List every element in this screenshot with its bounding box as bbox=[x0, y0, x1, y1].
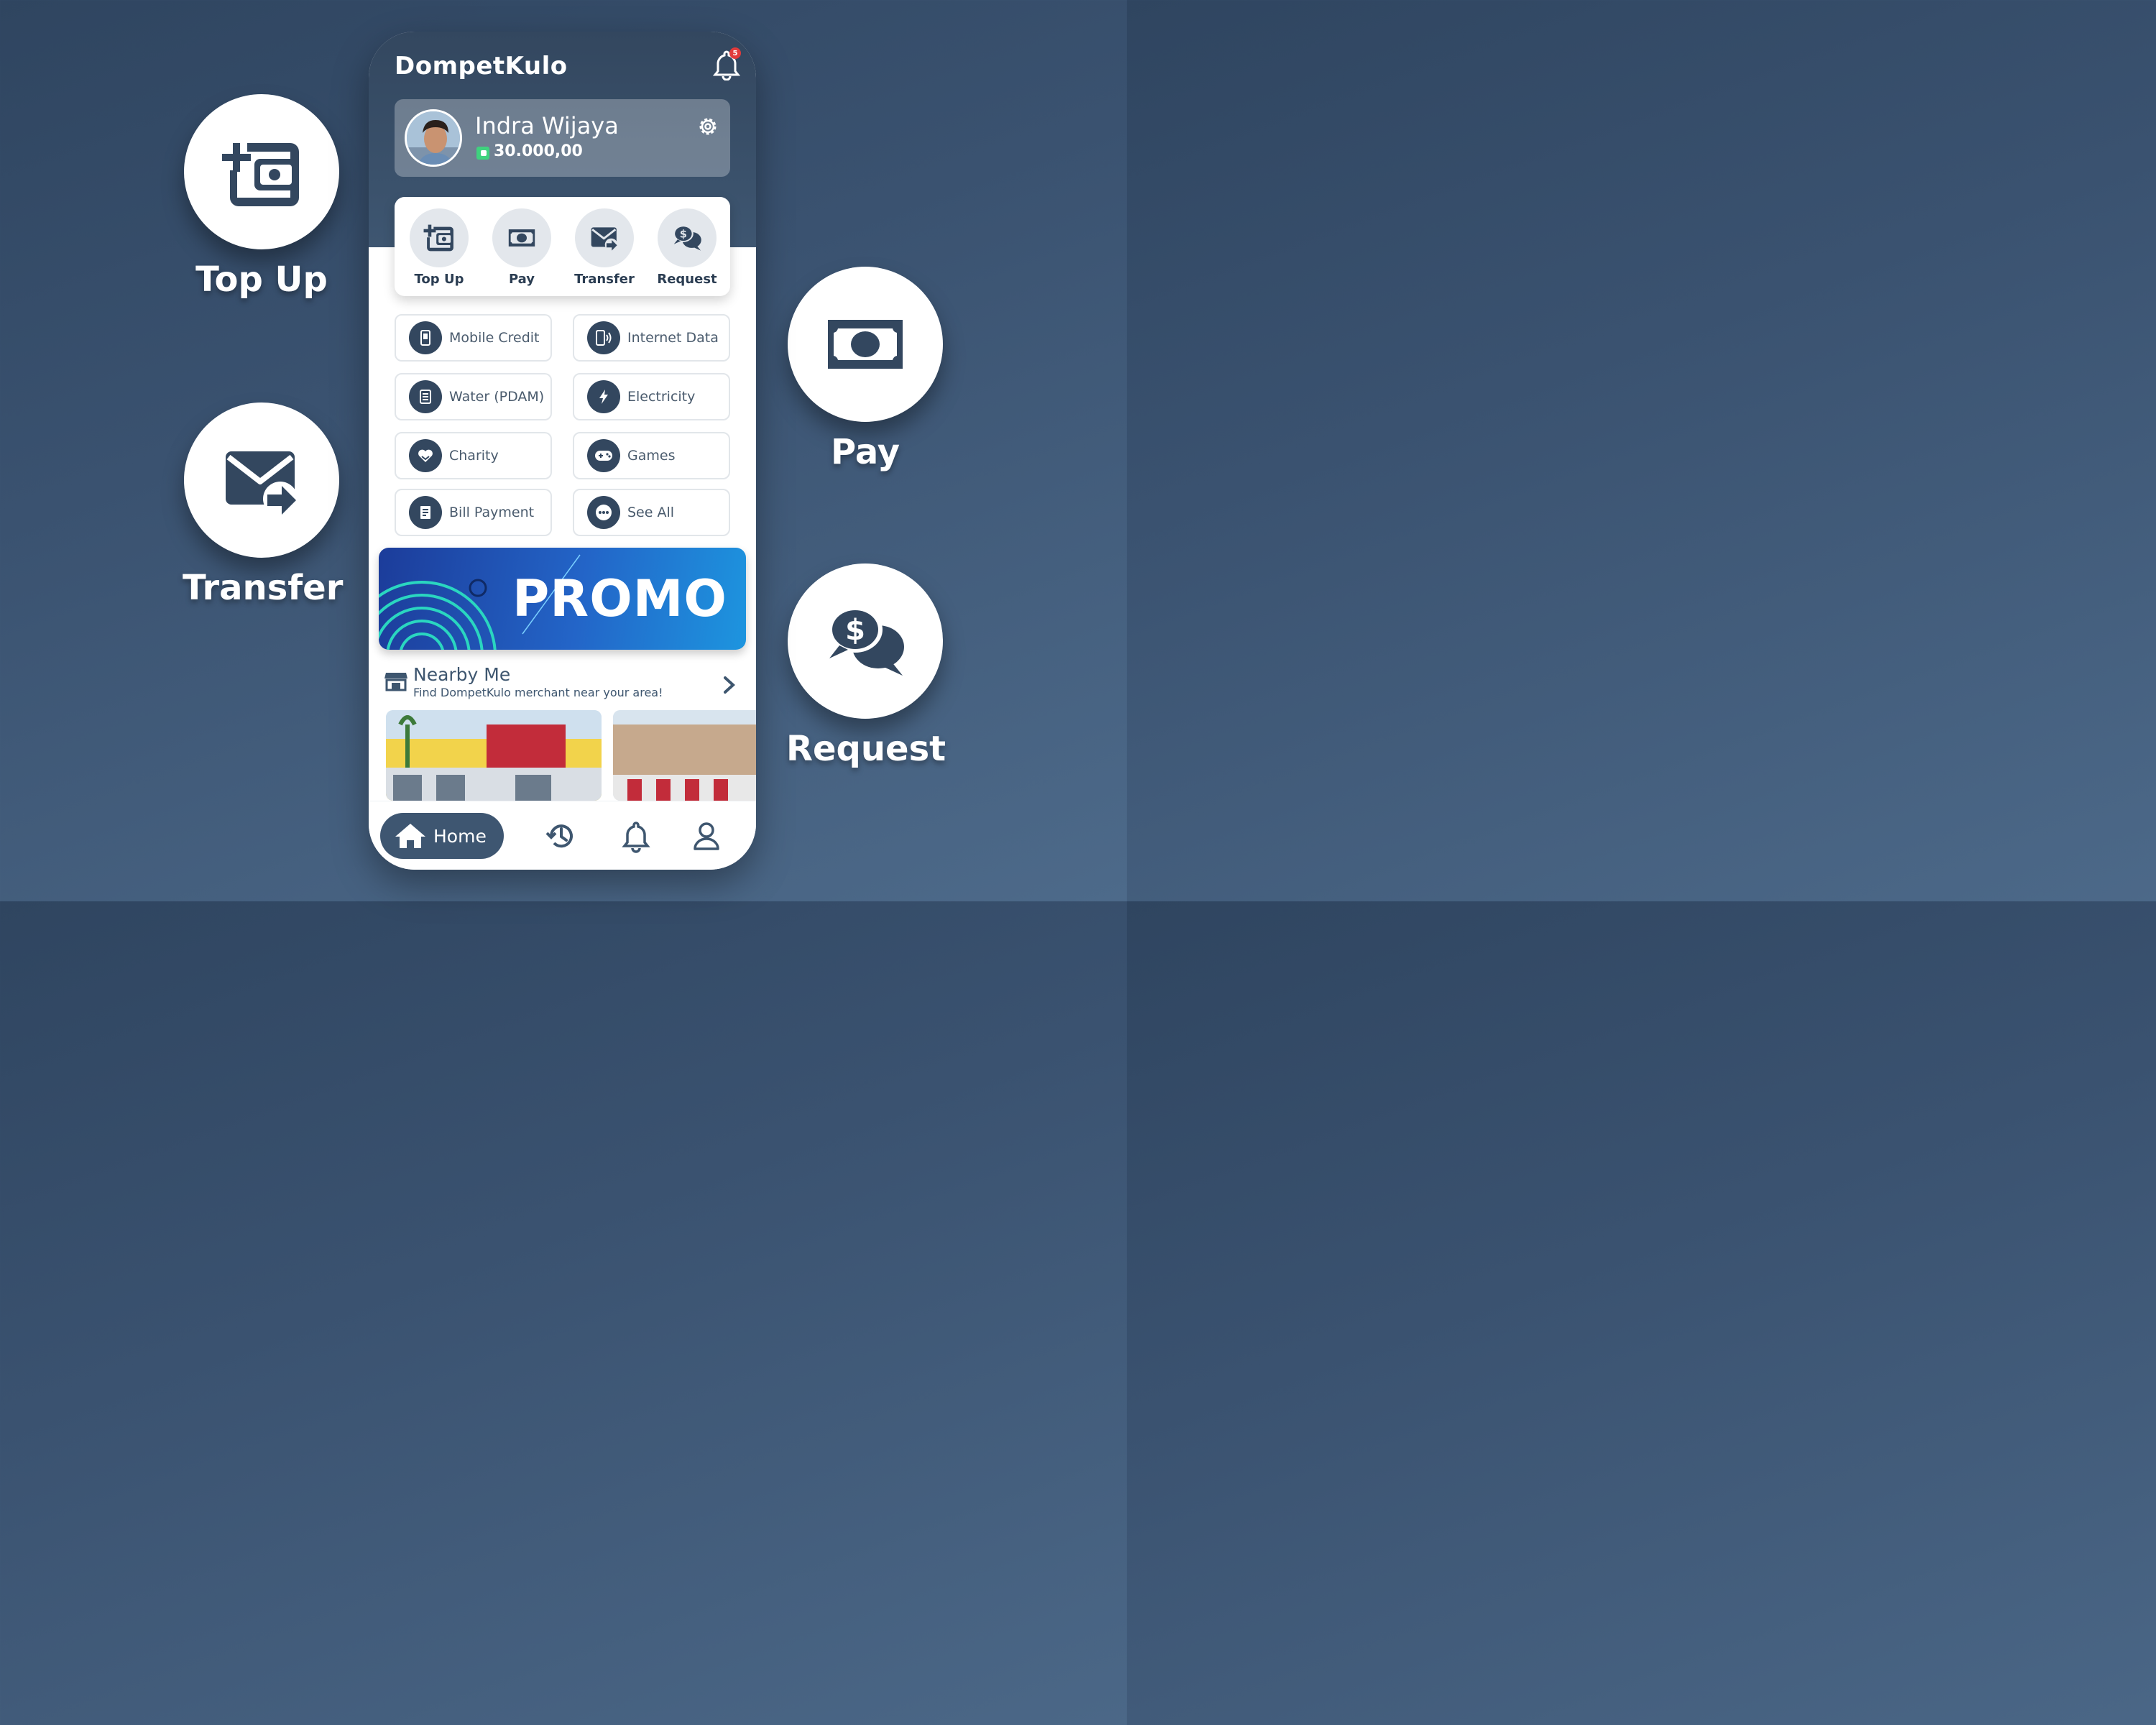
user-name: Indra Wijaya bbox=[475, 112, 619, 139]
svg-text:$: $ bbox=[845, 614, 865, 647]
feature-transfer: Transfer bbox=[183, 402, 344, 608]
service-games[interactable]: Games bbox=[573, 432, 730, 479]
banknote-icon bbox=[828, 320, 903, 369]
svg-text:$: $ bbox=[680, 228, 687, 240]
service-bill-payment[interactable]: Bill Payment bbox=[395, 489, 552, 536]
bell-icon[interactable] bbox=[619, 819, 653, 853]
service-see-all[interactable]: See All bbox=[573, 489, 730, 536]
nearby-subtitle: Find DompetKulo merchant near your area! bbox=[413, 686, 663, 699]
feature-circle-pay bbox=[788, 267, 943, 422]
service-charity[interactable]: Charity bbox=[395, 432, 552, 479]
service-label: Charity bbox=[449, 448, 499, 464]
avatar[interactable] bbox=[405, 109, 462, 167]
quick-action-transfer[interactable]: Transfer bbox=[568, 208, 640, 287]
nav-home-label: Home bbox=[433, 825, 487, 847]
service-electricity[interactable]: Electricity bbox=[573, 373, 730, 420]
signal-phone-icon bbox=[587, 321, 620, 354]
profile-card[interactable]: Indra Wijaya 30.000,00 bbox=[395, 99, 730, 177]
feature-label-top-up: Top Up bbox=[195, 259, 328, 300]
phone-screen: DompetKulo 5 Indra Wijaya 30.000,00 Top … bbox=[369, 32, 756, 870]
gamepad-icon bbox=[587, 439, 620, 472]
feature-circle-transfer bbox=[184, 402, 339, 558]
mail-send-icon bbox=[591, 227, 618, 252]
quick-action-label: Pay bbox=[508, 272, 535, 287]
bolt-icon bbox=[587, 380, 620, 413]
feature-top-up: Top Up bbox=[183, 94, 341, 300]
quick-action-label: Request bbox=[657, 272, 717, 287]
merchant-card-trans-studio[interactable] bbox=[613, 710, 756, 801]
promo-banner[interactable]: PROMO bbox=[379, 548, 746, 650]
nav-home[interactable]: Home bbox=[380, 813, 504, 859]
wallet-plus-icon bbox=[423, 224, 453, 252]
feature-pay: Pay bbox=[786, 267, 944, 472]
home-icon bbox=[395, 824, 425, 848]
banknote-icon bbox=[508, 229, 535, 247]
merchant-photo bbox=[386, 710, 602, 801]
phone-icon bbox=[409, 321, 442, 354]
bottom-navigation: Home bbox=[369, 801, 756, 870]
feature-label-pay: Pay bbox=[830, 432, 900, 472]
service-label: Water (PDAM) bbox=[449, 389, 545, 405]
bill-icon bbox=[409, 496, 442, 529]
profile-icon[interactable] bbox=[689, 819, 724, 853]
notification-badge: 5 bbox=[729, 47, 741, 59]
quick-action-label: Top Up bbox=[414, 272, 464, 287]
service-label: See All bbox=[627, 505, 675, 520]
history-icon[interactable] bbox=[544, 819, 579, 853]
quick-action-circle bbox=[492, 208, 551, 267]
dollar-chat-icon: $ bbox=[828, 607, 904, 676]
mail-send-icon bbox=[226, 451, 298, 516]
app-brand: DompetKulo bbox=[395, 52, 568, 80]
feature-label-request: Request bbox=[786, 729, 946, 769]
quick-action-pay[interactable]: Pay bbox=[486, 208, 558, 287]
service-label: Electricity bbox=[627, 389, 696, 405]
service-water[interactable]: Water (PDAM) bbox=[395, 373, 552, 420]
avatar-photo bbox=[407, 111, 460, 165]
service-mobile-credit[interactable]: Mobile Credit bbox=[395, 314, 552, 362]
gear-icon[interactable] bbox=[696, 115, 719, 138]
service-label: Games bbox=[627, 448, 676, 464]
store-icon bbox=[384, 673, 407, 691]
wallet-balance: 30.000,00 bbox=[494, 142, 583, 160]
heart-hand-icon bbox=[409, 439, 442, 472]
feature-label-transfer: Transfer bbox=[183, 568, 344, 608]
feature-request: $ Request bbox=[786, 564, 946, 769]
quick-action-circle bbox=[410, 208, 469, 267]
quick-action-circle bbox=[575, 208, 634, 267]
service-internet-data[interactable]: Internet Data bbox=[573, 314, 730, 362]
water-icon bbox=[409, 380, 442, 413]
wallet-balance-icon bbox=[476, 147, 489, 160]
feature-circle-top-up bbox=[184, 94, 339, 249]
promo-text: PROMO bbox=[512, 569, 727, 628]
merchant-card-mall[interactable] bbox=[386, 710, 602, 801]
quick-action-label: Transfer bbox=[574, 272, 635, 287]
service-label: Internet Data bbox=[627, 330, 719, 346]
quick-action-top-up[interactable]: Top Up bbox=[403, 208, 475, 287]
merchant-photo bbox=[613, 710, 756, 801]
service-label: Bill Payment bbox=[449, 505, 535, 520]
quick-action-request[interactable]: $ Request bbox=[651, 208, 723, 287]
quick-action-circle: $ bbox=[658, 208, 717, 267]
chevron-right-icon[interactable] bbox=[722, 676, 737, 694]
feature-circle-request: $ bbox=[788, 564, 943, 719]
more-icon bbox=[587, 496, 620, 529]
wallet-plus-icon bbox=[222, 143, 299, 206]
nearby-title: Nearby Me bbox=[413, 664, 511, 685]
dollar-chat-icon: $ bbox=[673, 225, 701, 251]
service-label: Mobile Credit bbox=[449, 330, 540, 346]
quick-actions-card: Top Up Pay Transfer $ Request bbox=[395, 197, 730, 296]
